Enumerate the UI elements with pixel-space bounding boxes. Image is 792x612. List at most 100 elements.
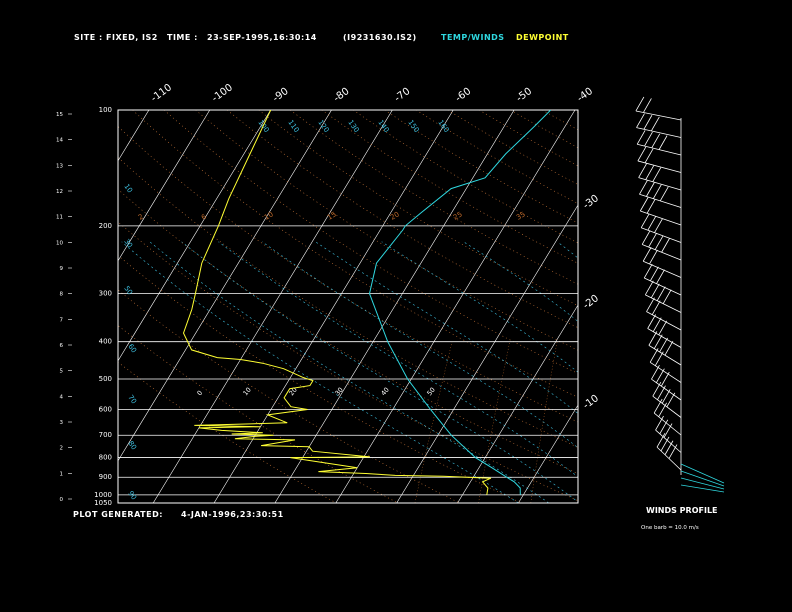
wind-barb-feather xyxy=(646,199,656,214)
mixing-ratio-label: 6 xyxy=(200,212,208,221)
dry-adiabat-line xyxy=(258,110,578,306)
mixing-ratio-line xyxy=(478,341,511,503)
moist-adiabat-label: 40 xyxy=(379,386,390,397)
height-tick-label: 15 xyxy=(56,112,63,118)
skewt-chart: 1002003004005006007008009001000105001234… xyxy=(0,82,792,531)
height-tick-label: 6 xyxy=(60,343,64,349)
top-temp-label: -100 xyxy=(210,82,235,104)
wind-barb-feather xyxy=(639,180,648,195)
wind-barb-feather xyxy=(652,381,662,397)
pressure-tick-label: 400 xyxy=(99,338,112,346)
surface-wind-barb xyxy=(680,484,725,493)
dry-adiabat-line xyxy=(478,110,578,167)
dry-adiabat-label: 110 xyxy=(286,119,300,135)
top-temp-label: -60 xyxy=(454,86,474,105)
top-temp-label: -80 xyxy=(332,86,352,105)
dry-adiabat-line xyxy=(118,289,460,503)
top-temp-label: -50 xyxy=(514,86,534,105)
wind-barb-feather xyxy=(652,167,662,182)
wind-barb-feather xyxy=(651,364,660,380)
isotherm-line xyxy=(0,110,88,503)
pressure-tick-label: 300 xyxy=(99,290,112,298)
wind-barb-feather xyxy=(658,135,668,150)
mixing-ratio-label: 20 xyxy=(389,210,401,221)
wind-barb-feather xyxy=(644,148,654,164)
wind-barb-feather xyxy=(643,263,653,279)
isotherm-line xyxy=(396,204,578,503)
isotherm-line xyxy=(118,110,211,262)
isotherm-line xyxy=(457,304,578,503)
wind-barb-feather xyxy=(636,113,645,128)
wind-barb-feather xyxy=(666,392,676,408)
isotherm-line xyxy=(335,110,576,503)
dry-adiabat-line xyxy=(118,361,337,503)
height-tick-label: 0 xyxy=(60,497,64,503)
isotherm-line xyxy=(579,110,792,503)
wind-barb-staff xyxy=(649,361,682,383)
moist-adiabat-line xyxy=(218,241,578,478)
winds-profile xyxy=(635,96,725,493)
mixing-ratio-label: 15 xyxy=(326,210,338,221)
dry-adiabat-line xyxy=(321,110,578,264)
wind-barb-feather xyxy=(649,348,659,363)
mixing-ratio-label: 2 xyxy=(137,213,145,222)
right-temp-label: -20 xyxy=(581,293,601,312)
height-tick-label: 11 xyxy=(56,215,63,221)
wind-barb-feather xyxy=(656,368,665,383)
wind-barb-feather xyxy=(651,133,661,149)
wind-barb-feather xyxy=(658,402,667,417)
wind-barb-feather xyxy=(668,444,678,459)
wind-barb-feather xyxy=(648,232,657,248)
pressure-tick-label: 900 xyxy=(99,473,112,481)
wind-barb-feather xyxy=(646,297,655,312)
isotherm-line xyxy=(762,110,792,503)
wind-barb-feather xyxy=(643,115,653,130)
moist-adiabat-label: 0 xyxy=(195,389,204,397)
dry-adiabat-line xyxy=(415,110,578,204)
wind-barb-feather xyxy=(655,415,664,431)
dry-adiabat-line xyxy=(118,221,578,502)
wind-barb-feather xyxy=(639,196,649,212)
dry-adiabat-line xyxy=(118,255,522,503)
isotherm-line xyxy=(640,110,792,503)
wind-barb-feather xyxy=(651,300,661,315)
dry-adiabat-label: 30 xyxy=(122,238,134,250)
moist-adiabat-label: 50 xyxy=(425,386,436,397)
height-tick-label: 14 xyxy=(56,138,63,144)
isotherm-line xyxy=(274,110,515,503)
wind-barb-feather xyxy=(648,331,658,346)
dry-adiabat-label: 90 xyxy=(126,490,138,502)
wind-barb-feather xyxy=(664,440,674,455)
wind-barb-feather xyxy=(659,186,669,202)
top-temp-label: -110 xyxy=(149,82,174,104)
wind-barb-feather xyxy=(646,182,655,197)
pressure-tick-label: 800 xyxy=(99,454,112,462)
height-tick-label: 12 xyxy=(56,189,63,195)
moist-adiabat-line xyxy=(315,241,578,414)
mixing-ratio-line xyxy=(668,342,680,503)
wind-barb-feather xyxy=(645,165,655,180)
height-tick-label: 8 xyxy=(60,292,64,298)
wind-barb-feather xyxy=(661,238,670,253)
wind-barb-feather xyxy=(663,423,673,438)
wind-barb-feather xyxy=(654,218,663,233)
pressure-tick-label: 1000 xyxy=(94,491,112,499)
height-tick-label: 5 xyxy=(60,369,64,375)
top-temp-label: -70 xyxy=(393,86,413,105)
mixing-ratio-line xyxy=(753,342,756,503)
axes: 1002003004005006007008009001000105001234… xyxy=(56,82,601,507)
mixing-ratio-line xyxy=(636,342,652,503)
moist-adiabat-line xyxy=(463,241,578,322)
wind-barb-feather xyxy=(653,398,663,414)
isotherm-line xyxy=(518,404,578,503)
dry-adiabat-label: 80 xyxy=(126,440,138,452)
wind-barb-feather xyxy=(644,280,654,296)
profiles xyxy=(182,110,552,495)
wind-barb-feather xyxy=(635,96,645,112)
mixing-ratio-line xyxy=(587,342,608,503)
dry-adiabat-line xyxy=(510,110,578,149)
dry-adiabat-label: 140 xyxy=(376,119,390,135)
wind-barb-feather xyxy=(653,334,663,349)
pressure-tick-label: 700 xyxy=(99,431,112,439)
wind-barb-feather xyxy=(652,317,662,332)
